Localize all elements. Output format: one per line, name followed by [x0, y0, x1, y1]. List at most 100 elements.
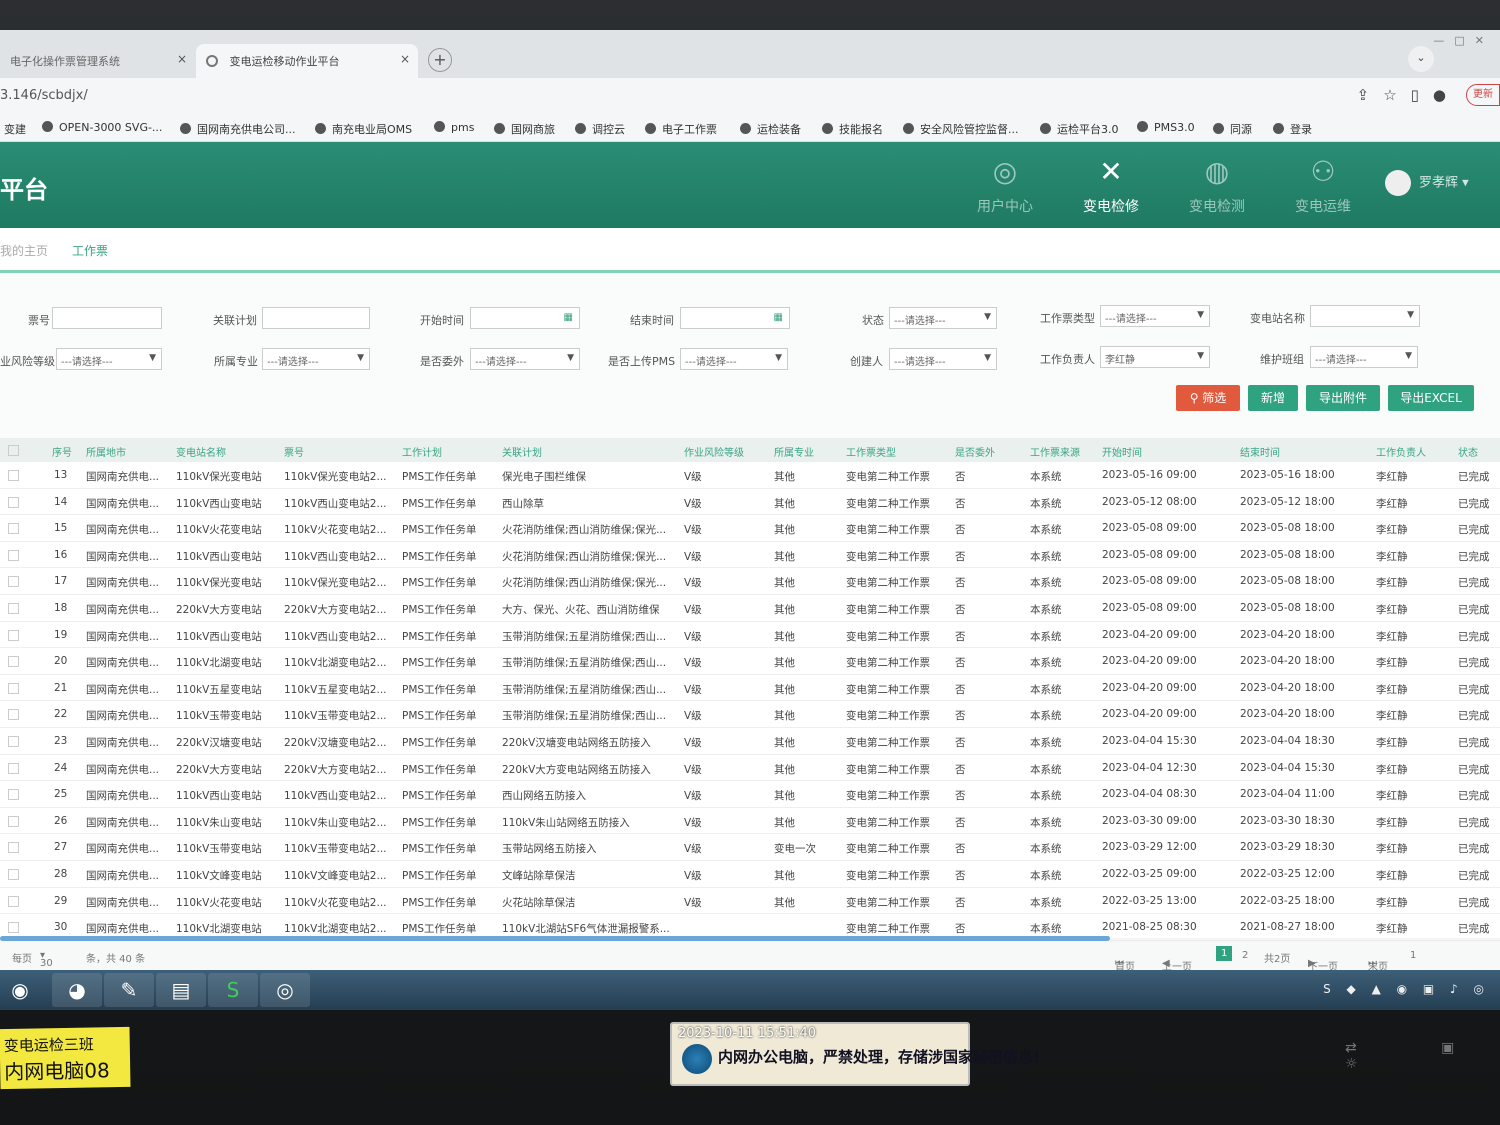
- user-menu[interactable]: 罗孝辉 ▾: [1385, 170, 1469, 196]
- close-icon[interactable]: ×: [400, 52, 410, 66]
- monitor-buttons[interactable]: ⇄ ▣ ☼: [1345, 1040, 1500, 1072]
- window-controls[interactable]: —□✕: [1433, 34, 1494, 47]
- table-row[interactable]: 22 国网南充供电... 110kV玉带变电站 110kV玉带变电站2... PMS工作…: [0, 701, 1500, 728]
- app-icon[interactable]: ◎: [260, 973, 310, 1007]
- row-checkbox[interactable]: [8, 762, 19, 774]
- column-header[interactable]: 关联计划: [502, 444, 542, 459]
- table-row[interactable]: 26 国网南充供电... 110kV朱山变电站 110kV朱山变电站2... PMS工作…: [0, 808, 1500, 835]
- filter-button[interactable]: ⚲ 筛选: [1176, 385, 1240, 411]
- table-row[interactable]: 25 国网南充供电... 110kV西山变电站 110kV西山变电站2... PMS工作…: [0, 781, 1500, 808]
- plan-input[interactable]: [262, 307, 370, 329]
- row-checkbox[interactable]: [8, 709, 19, 721]
- start-icon[interactable]: ◉: [0, 973, 40, 1007]
- bookmark[interactable]: 变建: [4, 121, 26, 137]
- row-checkbox[interactable]: [8, 682, 19, 694]
- tab-work-ticket[interactable]: 工作票: [72, 242, 108, 259]
- nav-user-center[interactable]: ◎ 用户中心: [960, 154, 1050, 216]
- sidebar-icon[interactable]: ▯: [1411, 86, 1433, 104]
- row-checkbox[interactable]: [8, 922, 19, 934]
- end-date-input[interactable]: ▦: [680, 307, 790, 329]
- new-tab-button[interactable]: +: [428, 48, 452, 72]
- status-select[interactable]: ---请选择--- ▼: [889, 307, 997, 329]
- row-checkbox[interactable]: [8, 736, 19, 747]
- chevron-down-icon[interactable]: ⌄: [1408, 46, 1434, 72]
- per-page-select[interactable]: 30 ▾: [40, 950, 53, 969]
- column-header[interactable]: 作业风险等级: [684, 444, 744, 459]
- bookmark[interactable]: PMS3.0: [1137, 121, 1195, 134]
- spreadsheet-icon[interactable]: S: [208, 973, 258, 1007]
- bookmark[interactable]: 国网商旅: [494, 121, 555, 137]
- row-checkbox[interactable]: [8, 549, 19, 561]
- update-button[interactable]: 更新: [1466, 84, 1500, 106]
- profile-icon[interactable]: ●: [1433, 86, 1460, 104]
- table-row[interactable]: 13 国网南充供电... 110kV保光变电站 110kV保光变电站2... PMS工作…: [0, 462, 1500, 489]
- bookmark[interactable]: 电子工作票: [645, 121, 717, 137]
- row-checkbox[interactable]: [8, 576, 19, 588]
- row-checkbox[interactable]: [8, 815, 19, 827]
- column-header[interactable]: 结束时间: [1240, 444, 1280, 459]
- table-row[interactable]: 18 国网南充供电... 220kV大方变电站 220kV大方变电站2... PMS工作…: [0, 595, 1500, 622]
- horizontal-scrollbar[interactable]: [0, 936, 1110, 941]
- export-excel-button[interactable]: 导出EXCEL: [1388, 385, 1474, 411]
- row-checkbox[interactable]: [8, 895, 19, 907]
- bookmark[interactable]: 南充电业局OMS: [315, 121, 412, 137]
- browser-tab-1[interactable]: 电子化操作票管理系统 ×: [0, 44, 195, 78]
- column-header[interactable]: 所属地市: [86, 444, 126, 459]
- row-checkbox[interactable]: [8, 656, 19, 668]
- select-all-checkbox[interactable]: [8, 445, 19, 456]
- bookmark[interactable]: OPEN-3000 SVG-...: [42, 121, 162, 134]
- table-row[interactable]: 29 国网南充供电... 110kV火花变电站 110kV火花变电站2... PMS工作…: [0, 888, 1500, 915]
- table-row[interactable]: 15 国网南充供电... 110kV火花变电站 110kV火花变电站2... PMS工作…: [0, 515, 1500, 542]
- row-checkbox[interactable]: [8, 842, 19, 854]
- column-header[interactable]: 状态: [1458, 444, 1478, 459]
- table-row[interactable]: 19 国网南充供电... 110kV西山变电站 110kV西山变电站2... PMS工作…: [0, 622, 1500, 649]
- tab-home[interactable]: 我的主页: [0, 242, 48, 259]
- major-select[interactable]: ---请选择--- ▼: [262, 348, 370, 370]
- table-row[interactable]: 17 国网南充供电... 110kV保光变电站 110kV保光变电站2... PMS工作…: [0, 568, 1500, 595]
- bookmark[interactable]: 国网南充供电公司...: [180, 121, 296, 137]
- bookmark[interactable]: 运检装备: [740, 121, 801, 137]
- table-row[interactable]: 23 国网南充供电... 220kV汉塘变电站 220kV汉塘变电站2... PMS工作…: [0, 728, 1500, 755]
- bookmark[interactable]: 运检平台3.0: [1040, 121, 1119, 137]
- nav-substation-operation[interactable]: ⚇ 变电运维: [1278, 154, 1368, 216]
- browser-tab-2[interactable]: 变电运检移动作业平台 ×: [196, 44, 418, 78]
- nav-substation-maintenance[interactable]: ✕ 变电检修: [1066, 154, 1156, 216]
- page-1-button[interactable]: 1: [1216, 946, 1233, 961]
- pms-select[interactable]: ---请选择--- ▼: [680, 348, 788, 370]
- outsource-select[interactable]: ---请选择--- ▼: [470, 348, 580, 370]
- start-date-input[interactable]: ▦: [470, 307, 580, 329]
- row-checkbox[interactable]: [8, 523, 19, 535]
- table-row[interactable]: 28 国网南充供电... 110kV文峰变电站 110kV文峰变电站2... PMS工作…: [0, 861, 1500, 888]
- add-button[interactable]: 新增: [1248, 385, 1298, 411]
- ticket-no-input[interactable]: [52, 307, 162, 329]
- table-row[interactable]: 27 国网南充供电... 110kV玉带变电站 110kV玉带变电站2... PMS工作…: [0, 834, 1500, 861]
- row-checkbox[interactable]: [8, 789, 19, 801]
- close-icon[interactable]: ×: [177, 52, 187, 66]
- star-icon[interactable]: ☆: [1383, 86, 1410, 104]
- row-checkbox[interactable]: [8, 470, 19, 481]
- table-row[interactable]: 20 国网南充供电... 110kV北湖变电站 110kV北湖变电站2... PMS工作…: [0, 648, 1500, 675]
- column-header[interactable]: 变电站名称: [176, 444, 226, 459]
- creator-select[interactable]: ---请选择--- ▼: [889, 348, 997, 370]
- table-row[interactable]: 14 国网南充供电... 110kV西山变电站 110kV西山变电站2... PMS工作…: [0, 489, 1500, 516]
- system-tray[interactable]: S ◆ ▲ ◉ ▣ ♪ ◎: [1323, 982, 1490, 996]
- paint-icon[interactable]: ✎: [104, 973, 154, 1007]
- row-checkbox[interactable]: [8, 629, 19, 641]
- team-select[interactable]: ---请选择--- ▼: [1310, 346, 1418, 368]
- column-header[interactable]: 工作负责人: [1376, 444, 1426, 459]
- jump-input[interactable]: 1: [1410, 950, 1416, 961]
- column-header[interactable]: 所属专业: [774, 444, 814, 459]
- folder-icon[interactable]: ▤: [156, 973, 206, 1007]
- column-header[interactable]: 序号: [52, 444, 72, 459]
- row-checkbox[interactable]: [8, 603, 19, 614]
- column-header[interactable]: 是否委外: [955, 444, 995, 459]
- table-row[interactable]: 24 国网南充供电... 220kV大方变电站 220kV大方变电站2... PMS工作…: [0, 755, 1500, 782]
- column-header[interactable]: 工作票来源: [1030, 444, 1080, 459]
- table-row[interactable]: 21 国网南充供电... 110kV五星变电站 110kV五星变电站2... PMS工作…: [0, 675, 1500, 702]
- chrome-icon[interactable]: ◕: [52, 973, 102, 1007]
- bookmark[interactable]: pms: [434, 121, 474, 134]
- risk-level-select[interactable]: ---请选择--- ▼: [56, 348, 162, 370]
- bookmark[interactable]: 安全风险管控监督...: [903, 121, 1019, 137]
- column-header[interactable]: 工作票类型: [846, 444, 896, 459]
- bookmark[interactable]: 登录: [1273, 121, 1312, 137]
